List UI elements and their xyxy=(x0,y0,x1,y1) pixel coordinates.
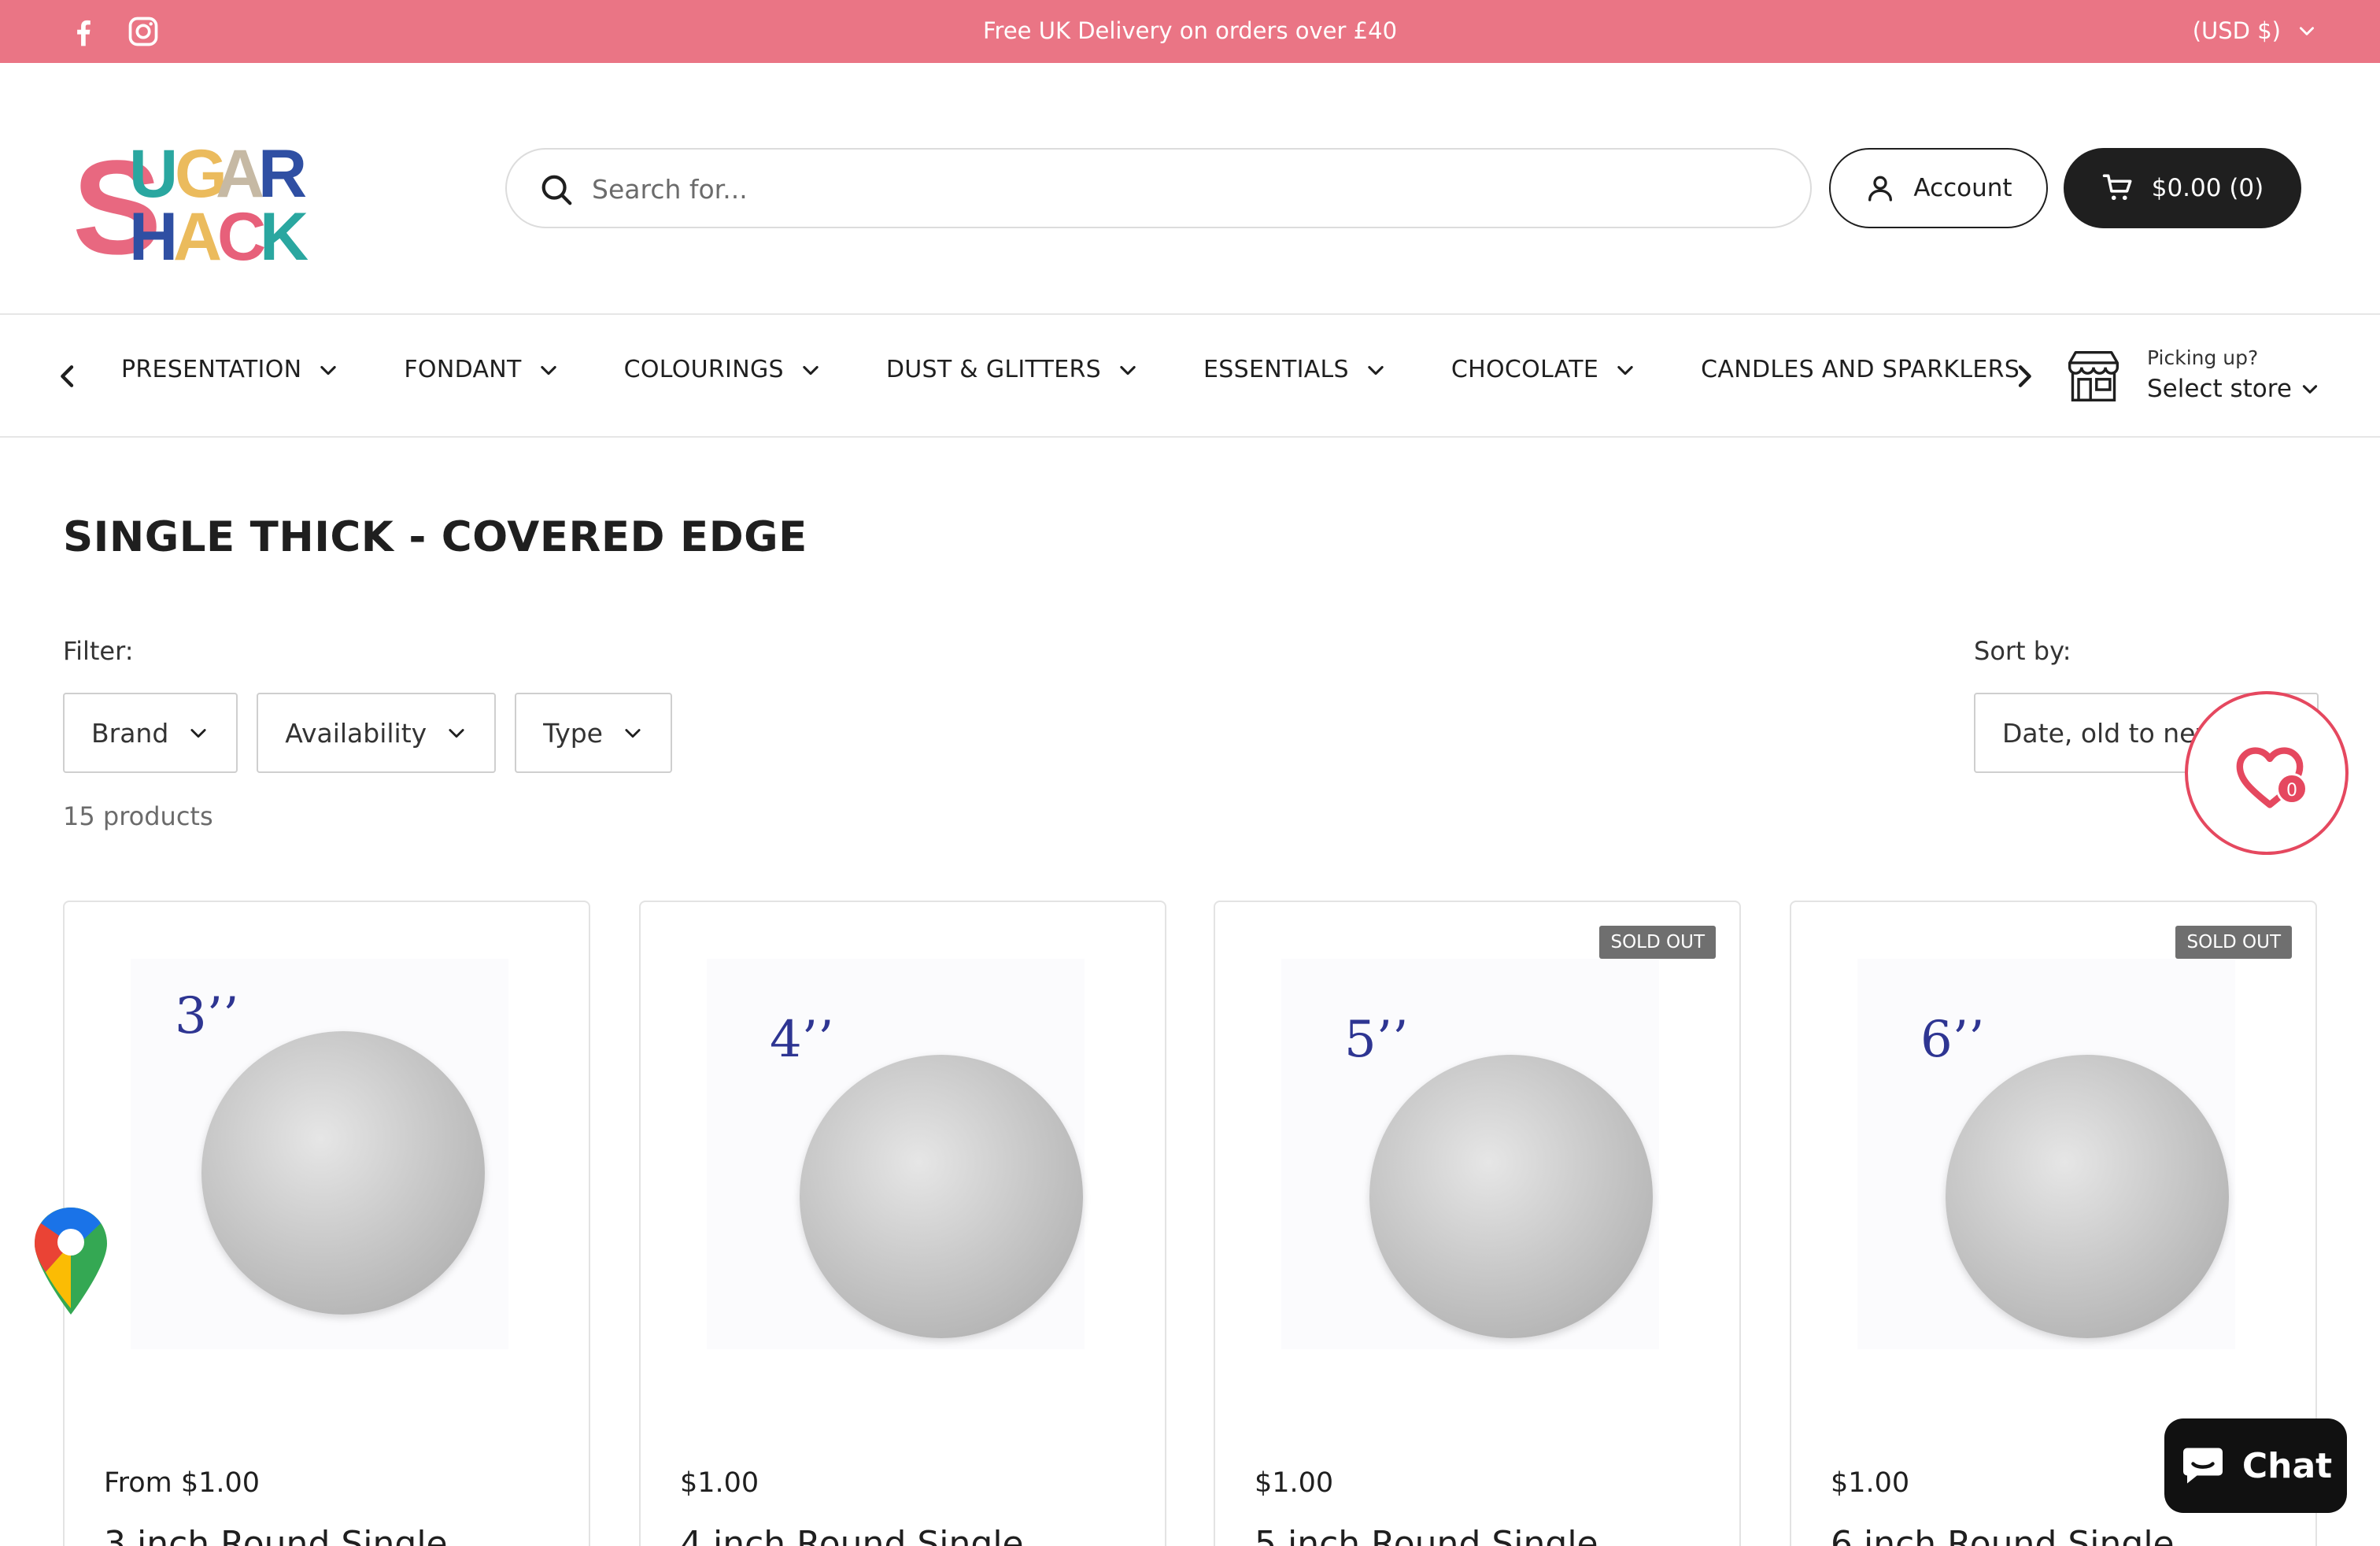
svg-text:H: H xyxy=(129,199,178,269)
nav-item-essentials[interactable]: ESSENTIALS xyxy=(1203,356,1387,383)
currency-selector[interactable]: (USD $) xyxy=(2193,17,2317,44)
filter-label-text: Availability xyxy=(285,717,427,749)
store-pickup-selector[interactable]: Picking up? Select store xyxy=(2064,346,2363,409)
pickup-prompt: Picking up? xyxy=(2147,346,2259,369)
nav-item-label: CANDLES AND SPARKLERS xyxy=(1701,356,2020,383)
chevron-down-icon xyxy=(320,365,337,375)
cake-board-image xyxy=(1369,1055,1653,1338)
nav-item-candles-sparklers[interactable]: CANDLES AND SPARKLERS xyxy=(1701,356,2020,383)
nav-item-colourings[interactable]: COLOURINGS xyxy=(624,356,822,383)
select-store-text: Select store xyxy=(2147,375,2292,403)
chevron-down-icon xyxy=(1617,365,1633,375)
chat-bubble-icon xyxy=(2182,1448,2223,1484)
chevron-down-icon xyxy=(449,729,464,738)
main-nav: PRESENTATION FONDANT COLOURINGS DUST & G… xyxy=(0,315,2380,438)
nav-item-label: FONDANT xyxy=(404,356,522,383)
search-input[interactable] xyxy=(592,165,1772,213)
filter-label-text: Brand xyxy=(91,717,169,749)
size-label: 4’’ xyxy=(770,1011,834,1069)
chevron-down-icon xyxy=(2302,385,2318,394)
sugar-shack-logo[interactable]: S U G A R H A C K xyxy=(72,133,316,283)
map-pin-icon[interactable] xyxy=(31,1204,110,1318)
product-price: $1.00 xyxy=(1255,1467,1334,1499)
product-name[interactable]: 5 inch Round Single xyxy=(1255,1524,1598,1546)
svg-text:A: A xyxy=(173,199,222,269)
product-image[interactable]: 3’’ xyxy=(131,959,508,1349)
nav-item-label: ESSENTIALS xyxy=(1203,356,1349,383)
store-icon xyxy=(2068,350,2119,402)
product-card[interactable]: 4’’ $1.00 4 inch Round Single xyxy=(639,901,1166,1546)
product-price: From $1.00 xyxy=(104,1467,261,1499)
product-image[interactable]: 6’’ xyxy=(1857,959,2235,1349)
announcement-bar: Free UK Delivery on orders over £40 (USD… xyxy=(0,0,2380,63)
product-image[interactable]: 5’’ xyxy=(1281,959,1659,1349)
filter-label: Filter: xyxy=(63,636,134,666)
size-label: 6’’ xyxy=(1920,1011,1985,1069)
promo-text: Free UK Delivery on orders over £40 xyxy=(982,17,1398,44)
search-icon[interactable] xyxy=(538,172,575,208)
size-label: 3’’ xyxy=(175,987,239,1045)
cart-button[interactable]: $0.00 (0) xyxy=(2064,148,2301,228)
filter-label-text: Type xyxy=(543,717,603,749)
svg-text:K: K xyxy=(260,199,309,269)
page-title: SINGLE THICK - COVERED EDGE xyxy=(63,513,808,561)
product-card[interactable]: 5’’ SOLD OUT $1.00 5 inch Round Single xyxy=(1214,901,1741,1546)
chevron-down-icon xyxy=(540,365,556,375)
site-header: S U G A R H A C K Account $0.00 (0) xyxy=(0,63,2380,315)
chevron-down-icon xyxy=(1120,365,1136,375)
product-name[interactable]: 3 inch Round Single xyxy=(104,1524,448,1546)
user-icon xyxy=(1868,176,1893,202)
product-image[interactable]: 4’’ xyxy=(707,959,1085,1349)
cart-icon xyxy=(2102,174,2132,201)
account-label: Account xyxy=(1913,174,2012,202)
product-price: $1.00 xyxy=(1831,1467,1910,1499)
product-price: $1.00 xyxy=(680,1467,759,1499)
sold-out-badge: SOLD OUT xyxy=(2175,926,2292,959)
product-name[interactable]: 4 inch Round Single xyxy=(680,1524,1024,1546)
filter-availability-button[interactable]: Availability xyxy=(257,693,497,773)
product-count: 15 products xyxy=(63,801,213,831)
sold-out-badge: SOLD OUT xyxy=(1599,926,1716,959)
wishlist-count-badge: 0 xyxy=(2276,773,2308,804)
account-button[interactable]: Account xyxy=(1829,148,2048,228)
nav-item-chocolate[interactable]: CHOCOLATE xyxy=(1451,356,1636,383)
nav-item-dust-glitters[interactable]: DUST & GLITTERS xyxy=(886,356,1139,383)
nav-item-label: CHOCOLATE xyxy=(1451,356,1599,383)
filter-bar: Brand Availability Type xyxy=(63,693,672,773)
chat-label: Chat xyxy=(2241,1445,2333,1486)
nav-item-label: COLOURINGS xyxy=(623,356,784,383)
select-store-label: Select store xyxy=(2147,375,2320,403)
nav-next-arrow-icon[interactable] xyxy=(2009,361,2040,392)
wishlist-button[interactable]: 0 xyxy=(2185,691,2349,855)
svg-text:C: C xyxy=(217,199,266,269)
size-label: 5’’ xyxy=(1344,1011,1409,1069)
cake-board-image xyxy=(800,1055,1083,1338)
chevron-down-icon xyxy=(1368,365,1384,375)
currency-label: (USD $) xyxy=(2192,17,2281,44)
nav-item-label: PRESENTATION xyxy=(121,356,302,383)
nav-item-label: DUST & GLITTERS xyxy=(885,356,1102,383)
product-name[interactable]: 6 inch Round Single xyxy=(1831,1524,2175,1546)
chevron-down-icon xyxy=(625,729,641,738)
cake-board-image xyxy=(201,1031,485,1315)
sort-label: Sort by: xyxy=(1974,636,2071,666)
chat-button[interactable]: Chat xyxy=(2164,1418,2347,1513)
chevron-down-icon xyxy=(190,729,206,738)
nav-prev-arrow-icon[interactable] xyxy=(52,361,83,392)
sort-value: Date, old to new xyxy=(2002,717,2217,749)
cake-board-image xyxy=(1946,1055,2229,1338)
nav-item-presentation[interactable]: PRESENTATION xyxy=(121,356,339,383)
product-card[interactable]: 3’’ From $1.00 3 inch Round Single xyxy=(63,901,590,1546)
filter-type-button[interactable]: Type xyxy=(515,693,672,773)
chevron-down-icon xyxy=(2300,27,2314,35)
chevron-down-icon xyxy=(803,365,819,375)
nav-item-fondant[interactable]: FONDANT xyxy=(404,356,559,383)
nav-items: PRESENTATION FONDANT COLOURINGS DUST & G… xyxy=(121,356,2020,383)
product-grid: 3’’ From $1.00 3 inch Round Single 4’’ $… xyxy=(63,901,2317,1546)
filter-brand-button[interactable]: Brand xyxy=(63,693,238,773)
search-bar xyxy=(505,148,1812,228)
cart-label: $0.00 (0) xyxy=(2151,174,2264,202)
